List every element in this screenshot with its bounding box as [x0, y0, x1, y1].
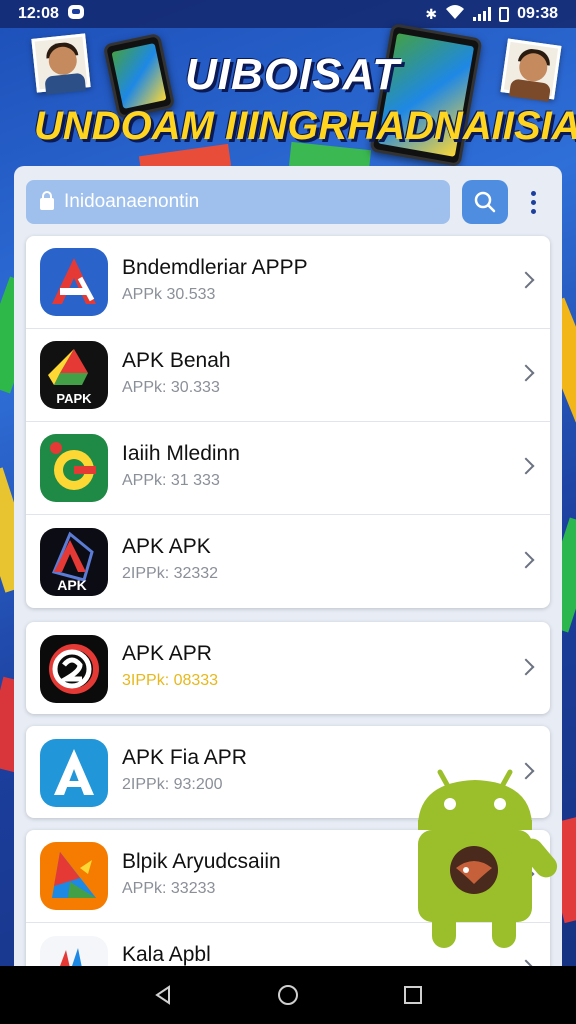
status-clock: 09:38	[517, 5, 558, 22]
back-icon	[154, 985, 170, 1005]
dark-a-apk-icon: APK	[40, 527, 108, 596]
app-version: 3IPPk: 08333	[122, 672, 219, 689]
profile-photo	[500, 38, 562, 102]
red-a-icon	[40, 248, 108, 316]
green-g-icon	[40, 434, 108, 502]
app-version: 2IPPk: 32332	[122, 565, 219, 582]
status-time: 12:08	[18, 5, 59, 22]
app-version: APPk: 30.333	[122, 379, 220, 396]
search-button[interactable]	[462, 180, 508, 224]
icon-label: PAPK	[56, 391, 92, 406]
app-version: APPk: 33233	[122, 880, 216, 897]
profile-photo	[31, 33, 91, 95]
chevron-right-icon	[517, 658, 535, 675]
home-button[interactable]	[268, 975, 308, 1015]
banner-title: UIBOISAT	[185, 50, 400, 99]
wifi-icon	[445, 4, 465, 25]
search-bar[interactable]	[26, 180, 450, 224]
recents-button[interactable]	[393, 975, 433, 1015]
app-name: APK APR	[122, 642, 212, 665]
home-icon	[277, 985, 298, 1005]
lock-icon	[40, 191, 54, 210]
notification-icon	[67, 4, 85, 25]
back-button[interactable]	[143, 975, 183, 1015]
black-2-icon	[40, 634, 108, 703]
app-name: APK Fia APR	[122, 746, 247, 769]
list-item[interactable]: PAPK APK Benah APPk: 30.333	[26, 329, 550, 422]
navigation-bar	[0, 966, 576, 1024]
battery-icon	[499, 6, 510, 22]
status-bar: 12:08 ✱ 09:38	[0, 0, 576, 28]
android-mascot-icon	[410, 758, 560, 958]
promo-banner: UIBOISAT UNDOAM IIINGRHADNAIISIA	[0, 22, 576, 168]
app-name: Kala Apbl	[122, 943, 211, 966]
bluetooth-icon: ✱	[425, 5, 438, 22]
colorful-play-icon	[40, 842, 108, 910]
app-list-group: APK APR 3IPPk: 08333	[26, 622, 550, 714]
app-name: APK Benah	[122, 349, 231, 372]
chevron-right-icon	[517, 271, 535, 289]
drive-triangle-icon: PAPK	[40, 341, 108, 409]
list-item[interactable]: APK APR 3IPPk: 08333	[26, 622, 550, 714]
app-name: Bndemdleriar APPP	[122, 256, 308, 279]
blue-a-icon	[40, 738, 108, 807]
app-version: APPk: 31 333	[122, 472, 220, 489]
search-input[interactable]	[64, 191, 424, 213]
search-icon	[474, 191, 496, 213]
app-list-group: Bndemdleriar APPP APPk 30.533 PAPK APK B…	[26, 236, 550, 608]
signal-icon	[473, 7, 492, 21]
recents-icon	[404, 986, 423, 1004]
chevron-right-icon	[517, 457, 535, 475]
app-name: APK APK	[122, 535, 211, 558]
list-item[interactable]: Iaiih Mledinn APPk: 31 333	[26, 422, 550, 515]
app-name: Iaiih Mledinn	[122, 442, 240, 465]
list-item[interactable]: APK APK APK 2IPPk: 32332	[26, 515, 550, 608]
chevron-right-icon	[517, 364, 535, 382]
icon-label: APK	[57, 577, 87, 593]
list-item[interactable]: Bndemdleriar APPP APPk 30.533	[26, 236, 550, 329]
more-options-button[interactable]	[518, 180, 548, 224]
chevron-right-icon	[517, 551, 535, 568]
banner-subtitle: UNDOAM IIINGRHADNAIISIA	[34, 104, 576, 148]
app-name: Blpik Aryudcsaiin	[122, 850, 281, 873]
app-version: APPk 30.533	[122, 286, 216, 303]
app-version: 2IPPk: 93:200	[122, 776, 223, 793]
